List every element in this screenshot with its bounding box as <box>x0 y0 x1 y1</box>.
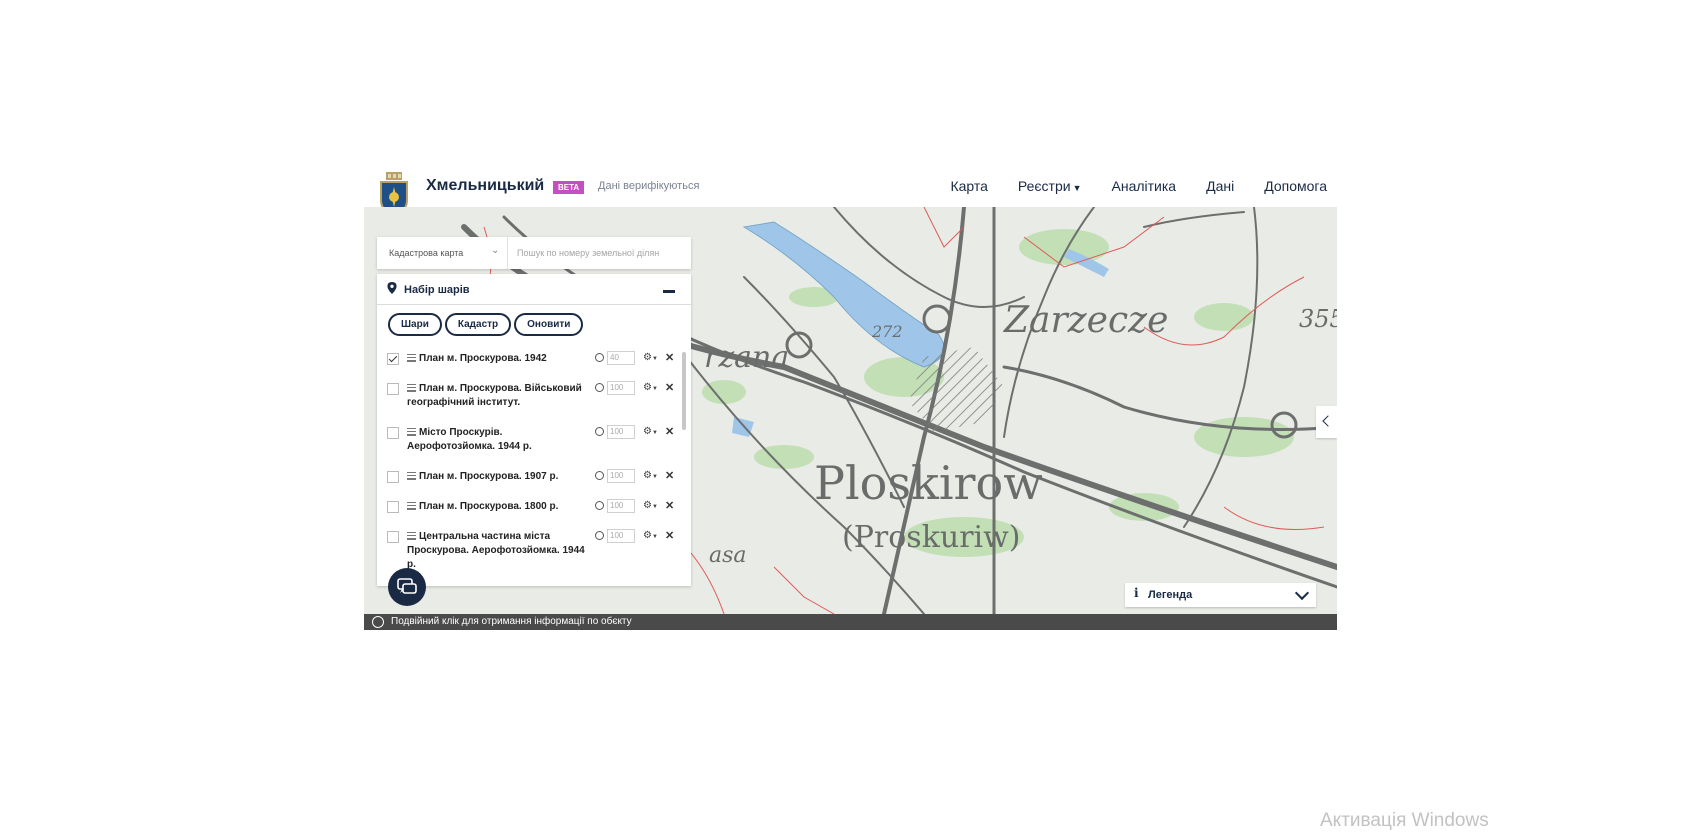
map-pin-icon <box>387 282 397 294</box>
nav-help[interactable]: Допомога <box>1264 178 1327 194</box>
opacity-icon <box>595 353 604 362</box>
nav-map[interactable]: Карта <box>950 178 987 194</box>
layers-panel: Набір шарів Шари Кадастр Оновити План м.… <box>377 274 691 586</box>
map-label-elevation: 272 <box>871 322 903 341</box>
gear-icon[interactable]: ⚙▼ <box>643 500 658 511</box>
map-label-zarzecze: Zarzecze <box>1003 300 1168 341</box>
close-icon[interactable]: ✕ <box>665 501 674 512</box>
layers-panel-header: Набір шарів <box>377 274 691 305</box>
nav-data[interactable]: Дані <box>1206 178 1234 194</box>
gear-icon[interactable]: ⚙▼ <box>643 426 658 437</box>
chevron-down-icon <box>1294 585 1310 601</box>
legend-toggle[interactable]: i Легенда <box>1125 583 1316 607</box>
layer-name: План м. Проскурова. 1907 р. <box>419 471 559 482</box>
tab-cadastre[interactable]: Кадастр <box>444 313 512 336</box>
side-panel-toggle[interactable] <box>1316 406 1337 438</box>
layer-name: План м. Проскурова. 1942 <box>419 353 547 364</box>
layer-name: План м. Проскурова. Військовий географіч… <box>407 383 582 408</box>
map-type-select[interactable]: Кадастрова карта ⌄ <box>377 237 508 269</box>
status-text: Подвійний клік для отримання інформації … <box>391 616 632 627</box>
close-icon[interactable]: ✕ <box>665 471 674 482</box>
close-icon[interactable]: ✕ <box>665 531 674 542</box>
close-icon[interactable]: ✕ <box>665 427 674 438</box>
minimize-icon[interactable] <box>663 290 675 293</box>
opacity-icon <box>595 383 604 392</box>
layer-checkbox[interactable] <box>387 501 399 513</box>
gear-icon[interactable]: ⚙▼ <box>643 352 658 363</box>
tab-refresh[interactable]: Оновити <box>514 313 584 336</box>
map-label-number: 355 <box>1299 305 1337 333</box>
opacity-icon <box>595 501 604 510</box>
tab-layers[interactable]: Шари <box>388 313 442 336</box>
layer-checkbox[interactable] <box>387 427 399 439</box>
city-title[interactable]: Хмельницький <box>426 177 544 195</box>
close-icon[interactable]: ✕ <box>665 353 674 364</box>
gear-icon[interactable]: ⚙▼ <box>643 530 658 541</box>
chat-icon <box>397 578 417 594</box>
map-label-rzana: rzana <box>704 340 789 375</box>
verification-note: Дані верифікуються <box>598 180 700 192</box>
layer-checkbox[interactable] <box>387 353 399 365</box>
opacity-icon <box>595 471 604 480</box>
app-window: Хмельницький BETA Дані верифікуються Кар… <box>364 168 1337 630</box>
opacity-input[interactable]: 100 <box>607 499 635 513</box>
layer-name: Центральна частина міста Проскурова. Аер… <box>407 531 585 570</box>
main-nav: Карта Реєстри ▼ Аналітика Дані Допомога <box>950 178 1327 194</box>
opacity-icon <box>595 531 604 540</box>
opacity-icon <box>595 427 604 436</box>
opacity-input[interactable]: 100 <box>607 529 635 543</box>
top-header: Хмельницький BETA Дані верифікуються Кар… <box>364 168 1337 217</box>
layer-checkbox[interactable] <box>387 471 399 483</box>
legend-label: Легенда <box>1148 589 1193 601</box>
layer-name: Місто Проскурів. Аерофотозйомка. 1944 р. <box>407 427 532 452</box>
parcel-search-input[interactable] <box>517 245 682 261</box>
info-icon: i <box>1134 586 1139 600</box>
search-bar: Кадастрова карта ⌄ <box>377 237 691 269</box>
beta-badge: BETA <box>553 181 585 194</box>
gear-icon[interactable]: ⚙▼ <box>643 470 658 481</box>
layers-scrollbar[interactable] <box>682 352 686 430</box>
cursor-hint-icon <box>372 616 384 628</box>
chevron-left-icon <box>1322 415 1334 427</box>
layers-list: План м. Проскурова. 1942 40 ⚙▼ ✕ План м.… <box>377 350 691 586</box>
status-bar: Подвійний клік для отримання інформації … <box>364 614 1337 630</box>
layers-tabs: Шари Кадастр Оновити <box>388 313 584 336</box>
layer-checkbox[interactable] <box>387 383 399 395</box>
chevron-down-icon: ▼ <box>1072 183 1082 193</box>
nav-analytics[interactable]: Аналітика <box>1112 178 1177 194</box>
layer-checkbox[interactable] <box>387 531 399 543</box>
opacity-input[interactable]: 100 <box>607 469 635 483</box>
chat-button[interactable] <box>388 568 426 606</box>
map-label-proskuriw: (Proskuriw) <box>842 520 1021 555</box>
opacity-input[interactable]: 40 <box>607 351 635 365</box>
chevron-down-icon: ⌄ <box>491 245 500 256</box>
layer-name: План м. Проскурова. 1800 р. <box>419 501 559 512</box>
nav-registries-label: Реєстри <box>1017 178 1071 194</box>
opacity-input[interactable]: 100 <box>607 381 635 395</box>
gear-icon[interactable]: ⚙▼ <box>643 382 658 393</box>
close-icon[interactable]: ✕ <box>665 383 674 394</box>
opacity-input[interactable]: 100 <box>607 425 635 439</box>
map-label-asa: asa <box>709 543 747 568</box>
map-label-ploskirow: Ploskirow <box>814 456 1043 510</box>
layers-panel-title: Набір шарів <box>404 284 470 296</box>
map-type-select-value: Кадастрова карта <box>389 248 464 258</box>
nav-registries[interactable]: Реєстри ▼ <box>1018 178 1082 194</box>
windows-activation-watermark: Активація Windows <box>1320 810 1489 831</box>
